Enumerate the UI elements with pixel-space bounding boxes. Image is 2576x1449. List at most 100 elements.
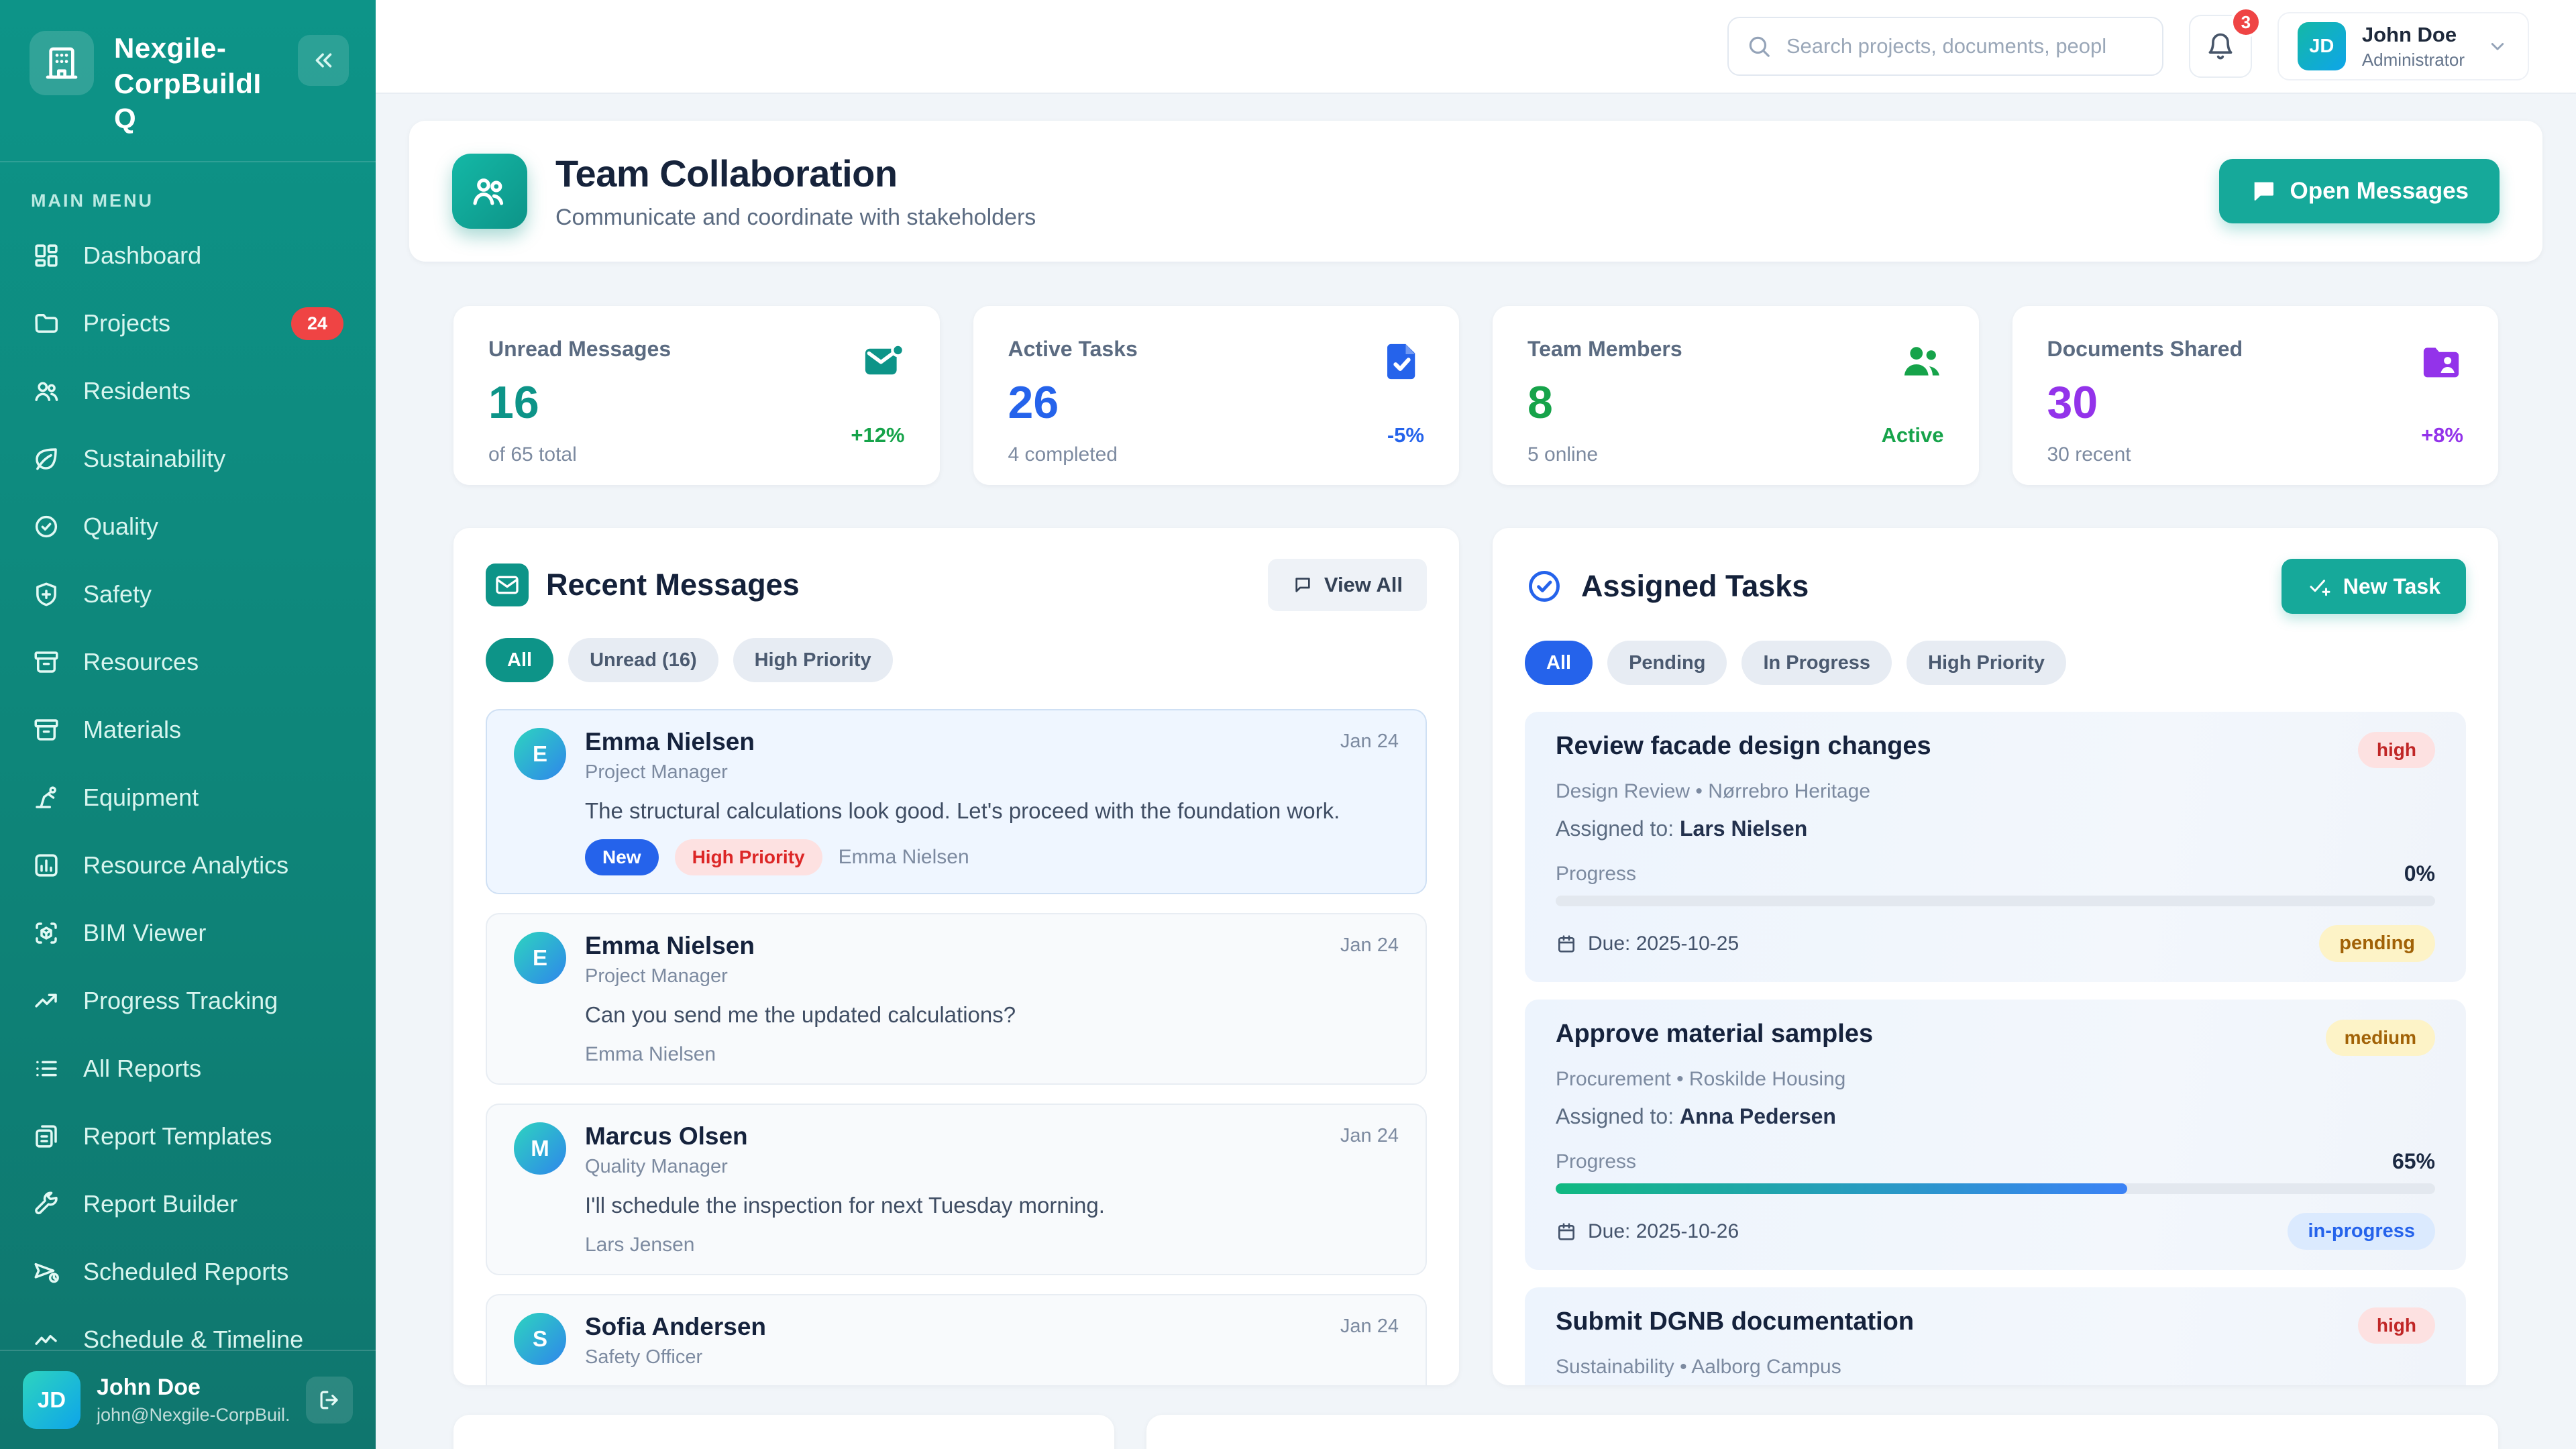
sidebar-item-label: Equipment: [83, 784, 343, 812]
sidebar-item-label: Resources: [83, 648, 343, 676]
sidebar-item[interactable]: Materials: [19, 696, 357, 764]
notification-badge: 3: [2231, 7, 2261, 38]
task-progress-percent: 0%: [2404, 861, 2435, 886]
sidebar-item[interactable]: All Reports: [19, 1035, 357, 1103]
sidebar-item[interactable]: Equipment: [19, 764, 357, 832]
message-filters: All Unread (16) High Priority: [486, 638, 1427, 682]
stat-label: Team Members: [1527, 337, 1682, 362]
stat-icon: [1900, 339, 1944, 384]
message-card[interactable]: S Sofia Andersen Jan 24 Safety Officer Y…: [486, 1294, 1427, 1385]
message-card[interactable]: M Marcus Olsen Jan 24 Quality Manager I'…: [486, 1104, 1427, 1275]
notifications-button[interactable]: 3: [2189, 15, 2252, 78]
message-sender-name: Sofia Andersen: [585, 1313, 766, 1341]
search-input[interactable]: [1727, 17, 2163, 76]
sidebar-item[interactable]: Report Builder: [19, 1171, 357, 1238]
assigned-to-label: Assigned to:: [1556, 816, 1674, 841]
stat-card: Team Members 8 5 online Active: [1493, 306, 1979, 485]
sidebar-item[interactable]: Projects 24: [19, 290, 357, 358]
open-messages-button[interactable]: Open Messages: [2219, 159, 2500, 223]
message-date: Jan 24: [1340, 932, 1399, 957]
sidebar-item[interactable]: Residents: [19, 358, 357, 425]
new-task-button[interactable]: New Task: [2282, 559, 2466, 614]
assigned-to-label: Assigned to:: [1556, 1104, 1674, 1128]
sidebar-item-icon: [32, 1122, 62, 1150]
message-card[interactable]: E Emma Nielsen Jan 24 Project Manager Th…: [486, 709, 1427, 894]
message-filter-chip[interactable]: Unread (16): [568, 638, 718, 682]
sidebar-item-label: Materials: [83, 716, 343, 744]
team-icon: [452, 154, 527, 229]
sidebar-item[interactable]: Report Templates: [19, 1103, 357, 1171]
message-sender-role: Project Manager: [585, 761, 1399, 784]
task-progress-percent: 65%: [2392, 1149, 2435, 1174]
task-filter-chip[interactable]: All: [1525, 641, 1593, 685]
assigned-tasks-panel: Assigned Tasks New Task AllPendingIn Pro…: [1493, 528, 2498, 1385]
page-title: Team Collaboration: [555, 152, 1036, 195]
task-priority-badge: high: [2358, 1307, 2435, 1344]
sidebar-item-label: Report Templates: [83, 1122, 343, 1150]
stat-icon: [861, 339, 905, 384]
sidebar-item[interactable]: Resources: [19, 629, 357, 696]
message-text: Can you send me the updated calculations…: [585, 1001, 1399, 1030]
sidebar-item[interactable]: Sustainability: [19, 425, 357, 493]
progress-bar-fill: [1556, 1183, 2127, 1194]
recent-messages-panel: Recent Messages View All AllUnread (16)H…: [453, 528, 1459, 1385]
stat-delta: -5%: [1387, 423, 1424, 447]
message-sender-name: Emma Nielsen: [585, 728, 755, 756]
task-assignee: Lars Nielsen: [1680, 816, 1807, 841]
task-priority-badge: high: [2358, 732, 2435, 768]
chevron-down-icon: [2486, 35, 2509, 58]
sidebar-item-icon: [32, 580, 62, 608]
stat-delta: +8%: [2421, 423, 2463, 447]
sidebar-item[interactable]: Scheduled Reports: [19, 1238, 357, 1306]
avatar: E: [514, 728, 566, 780]
sidebar-item[interactable]: Safety: [19, 561, 357, 629]
task-filter-chip[interactable]: In Progress: [1741, 641, 1892, 685]
task-category: Design Review • Nørrebro Heritage: [1556, 780, 2435, 803]
sidebar-item[interactable]: Quality: [19, 493, 357, 561]
sidebar-item[interactable]: Progress Tracking: [19, 967, 357, 1035]
task-filter-chip[interactable]: High Priority: [1907, 641, 2066, 685]
stat-delta: +12%: [851, 423, 904, 447]
sidebar-item-icon: [32, 241, 62, 270]
progress-label: Progress: [1556, 863, 1636, 885]
user-menu[interactable]: JD John Doe Administrator: [2277, 12, 2529, 80]
sidebar-item-icon: [32, 851, 62, 879]
message-filter-chip[interactable]: All: [486, 638, 553, 682]
sidebar-item-icon: [32, 1258, 62, 1286]
sidebar-item[interactable]: Dashboard: [19, 222, 357, 290]
user-role: Administrator: [2362, 50, 2465, 70]
stat-label: Active Tasks: [1008, 337, 1138, 362]
message-filter-chip[interactable]: High Priority: [733, 638, 893, 682]
sidebar-item[interactable]: Schedule & Timeline: [19, 1306, 357, 1350]
sidebar-item-label: Projects: [83, 309, 270, 337]
sidebar-menu: Dashboard Projects 24 Residents Sustaina…: [0, 217, 376, 1350]
sidebar-item[interactable]: Resource Analytics: [19, 832, 357, 900]
message-text: I'll schedule the inspection for next Tu…: [585, 1191, 1399, 1220]
stat-value: 26: [1008, 376, 1138, 429]
sidebar-item-label: Safety: [83, 580, 343, 608]
logout-button[interactable]: [306, 1377, 353, 1424]
sidebar-item-label: Dashboard: [83, 241, 343, 270]
message-card[interactable]: E Emma Nielsen Jan 24 Project Manager Ca…: [486, 913, 1427, 1085]
calendar-icon: [1556, 1221, 1577, 1242]
task-filter-chip[interactable]: Pending: [1607, 641, 1727, 685]
stat-icon: [2419, 339, 2463, 384]
message-footer-name: Lars Jensen: [585, 1234, 694, 1256]
task-card[interactable]: Review facade design changes high Design…: [1525, 712, 2466, 982]
sidebar-item-label: BIM Viewer: [83, 919, 343, 947]
brand-name: Nexgile-CorpBuildIQ: [114, 31, 278, 137]
sidebar-user-footer: JD John Doe john@Nexgile-CorpBuil...: [0, 1350, 376, 1449]
view-all-button[interactable]: View All: [1268, 559, 1427, 611]
task-card[interactable]: Approve material samples medium Procurem…: [1525, 1000, 2466, 1270]
stat-delta: Active: [1881, 423, 1943, 447]
sidebar-item-icon: [32, 987, 62, 1015]
stat-value: 16: [488, 376, 671, 429]
message-sender-role: Safety Officer: [585, 1346, 1399, 1368]
sidebar-item-label: Sustainability: [83, 445, 343, 473]
sidebar-collapse-button[interactable]: [298, 35, 349, 86]
message-footer-name: Emma Nielsen: [839, 846, 969, 869]
content: Team Collaboration Communicate and coord…: [376, 94, 2576, 1449]
stat-label: Unread Messages: [488, 337, 671, 362]
task-card[interactable]: Submit DGNB documentation high Sustainab…: [1525, 1287, 2466, 1385]
sidebar-item[interactable]: BIM Viewer: [19, 900, 357, 967]
